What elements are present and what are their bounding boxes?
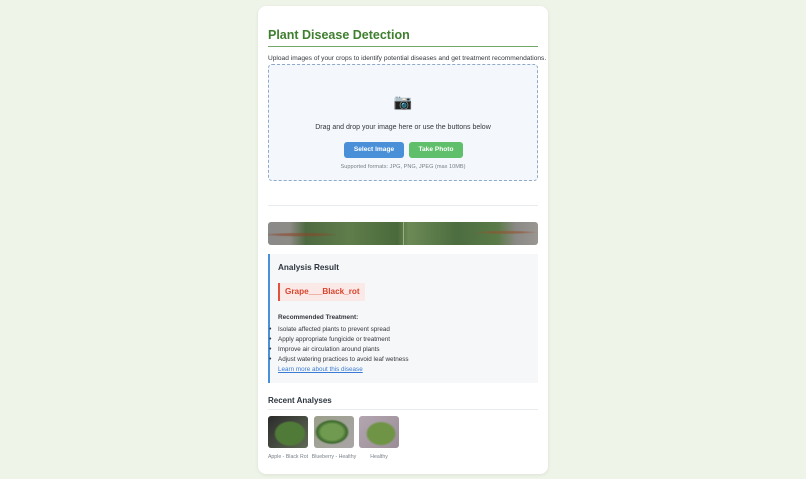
learn-more-link[interactable]: Learn more about this disease [278, 366, 363, 373]
recent-analyses-heading: Recent Analyses [268, 396, 332, 405]
select-image-button[interactable]: Select Image [344, 142, 404, 158]
section-divider [268, 205, 538, 206]
upload-dropzone[interactable]: 📷 Drag and drop your image here or use t… [268, 64, 538, 181]
treatment-item: Apply appropriate fungicide or treatment [269, 335, 409, 345]
treatment-list: Isolate affected plants to prevent sprea… [269, 325, 409, 365]
supported-formats-text: Supported formats: JPG, PNG, JPEG (max 1… [340, 164, 466, 170]
treatment-item: Improve air circulation around plants [269, 345, 409, 355]
recent-thumbnail-healthy[interactable] [359, 416, 399, 448]
recent-caption: Blueberry - Healthy [311, 454, 357, 460]
analysis-result-panel: Analysis Result Grape___Black_rot Recomm… [268, 254, 538, 383]
camera-icon: 📷 [393, 94, 413, 111]
analysis-result-heading: Analysis Result [278, 263, 339, 272]
recent-thumbnail-apple[interactable] [268, 416, 308, 448]
treatment-item: Isolate affected plants to prevent sprea… [269, 325, 409, 335]
take-photo-button[interactable]: Take Photo [409, 142, 463, 158]
leaf-vein [403, 222, 404, 245]
uploaded-image-preview [268, 222, 538, 245]
page-title: Plant Disease Detection [268, 28, 410, 42]
disease-name-badge: Grape___Black_rot [278, 283, 365, 301]
intro-text: Upload images of your crops to identify … [268, 55, 547, 62]
treatment-heading: Recommended Treatment: [278, 314, 359, 321]
recent-caption: Apple - Black Rot [267, 454, 309, 460]
main-card: Plant Disease Detection Upload images of… [258, 6, 548, 474]
title-divider [268, 46, 538, 47]
treatment-item: Adjust watering practices to avoid leaf … [269, 355, 409, 365]
recent-caption: Healthy [370, 454, 388, 460]
recent-thumbnail-blueberry[interactable] [314, 416, 354, 448]
recent-divider [268, 409, 538, 410]
dropzone-prompt: Drag and drop your image here or use the… [315, 124, 491, 131]
